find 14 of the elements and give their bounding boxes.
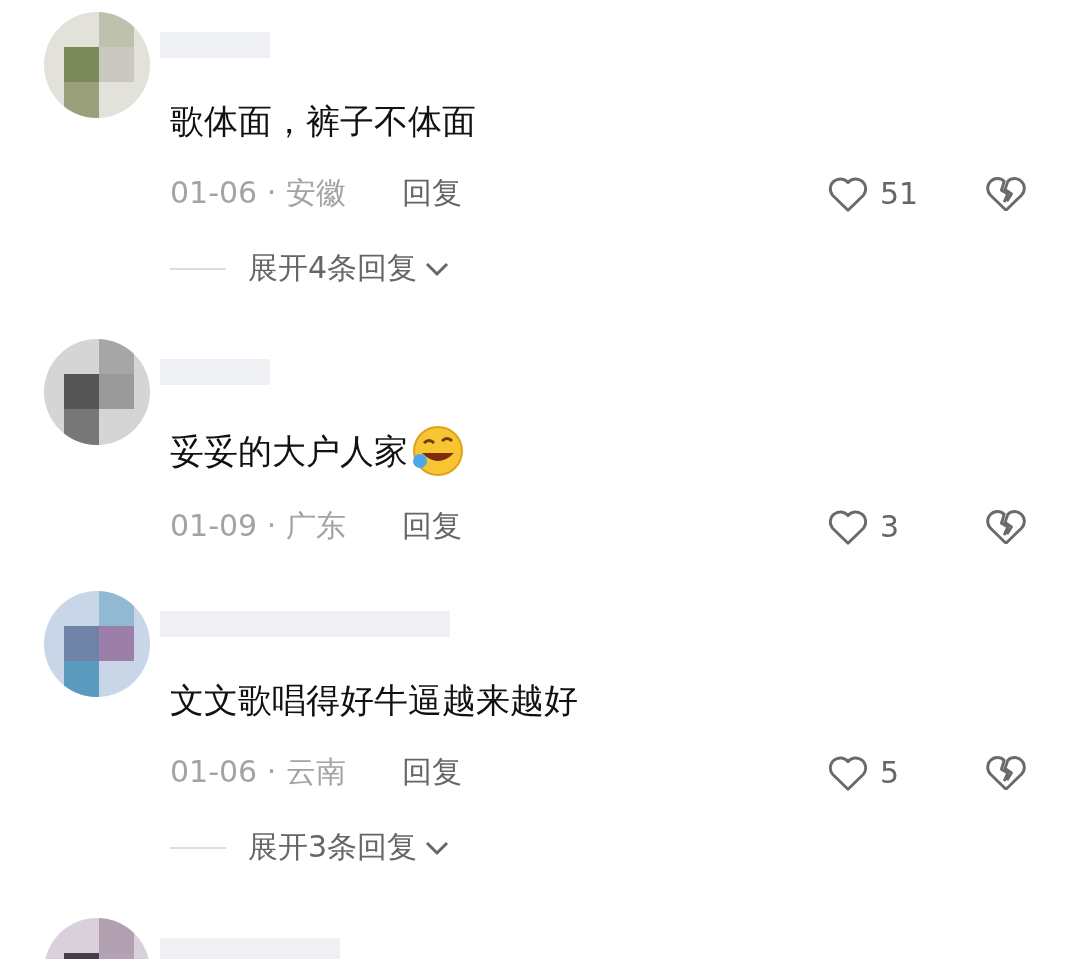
reply-link[interactable]: 回复 (402, 505, 462, 547)
like-count: 5 (880, 754, 900, 790)
comment-date-location: 01-09 · 广东 (170, 506, 347, 545)
expand-replies-button[interactable]: 展开4条回复 (248, 248, 452, 289)
comment-text: 歌体面，裤子不体面 (170, 100, 476, 143)
reply-link[interactable]: 回复 (402, 172, 462, 214)
like-count: 51 (880, 175, 919, 211)
like-count: 3 (880, 508, 900, 544)
expand-replies-button[interactable]: 展开3条回复 (248, 827, 452, 868)
comment-text: 文文歌唱得好牛逼越来越好 (170, 679, 578, 722)
reply-link[interactable]: 回复 (402, 751, 462, 793)
comment-date-location: 01-06 · 安徽 (170, 173, 347, 212)
comment-text: 妥妥的大户人家 (170, 430, 408, 473)
comment-date-location: 01-06 · 云南 (170, 752, 347, 791)
